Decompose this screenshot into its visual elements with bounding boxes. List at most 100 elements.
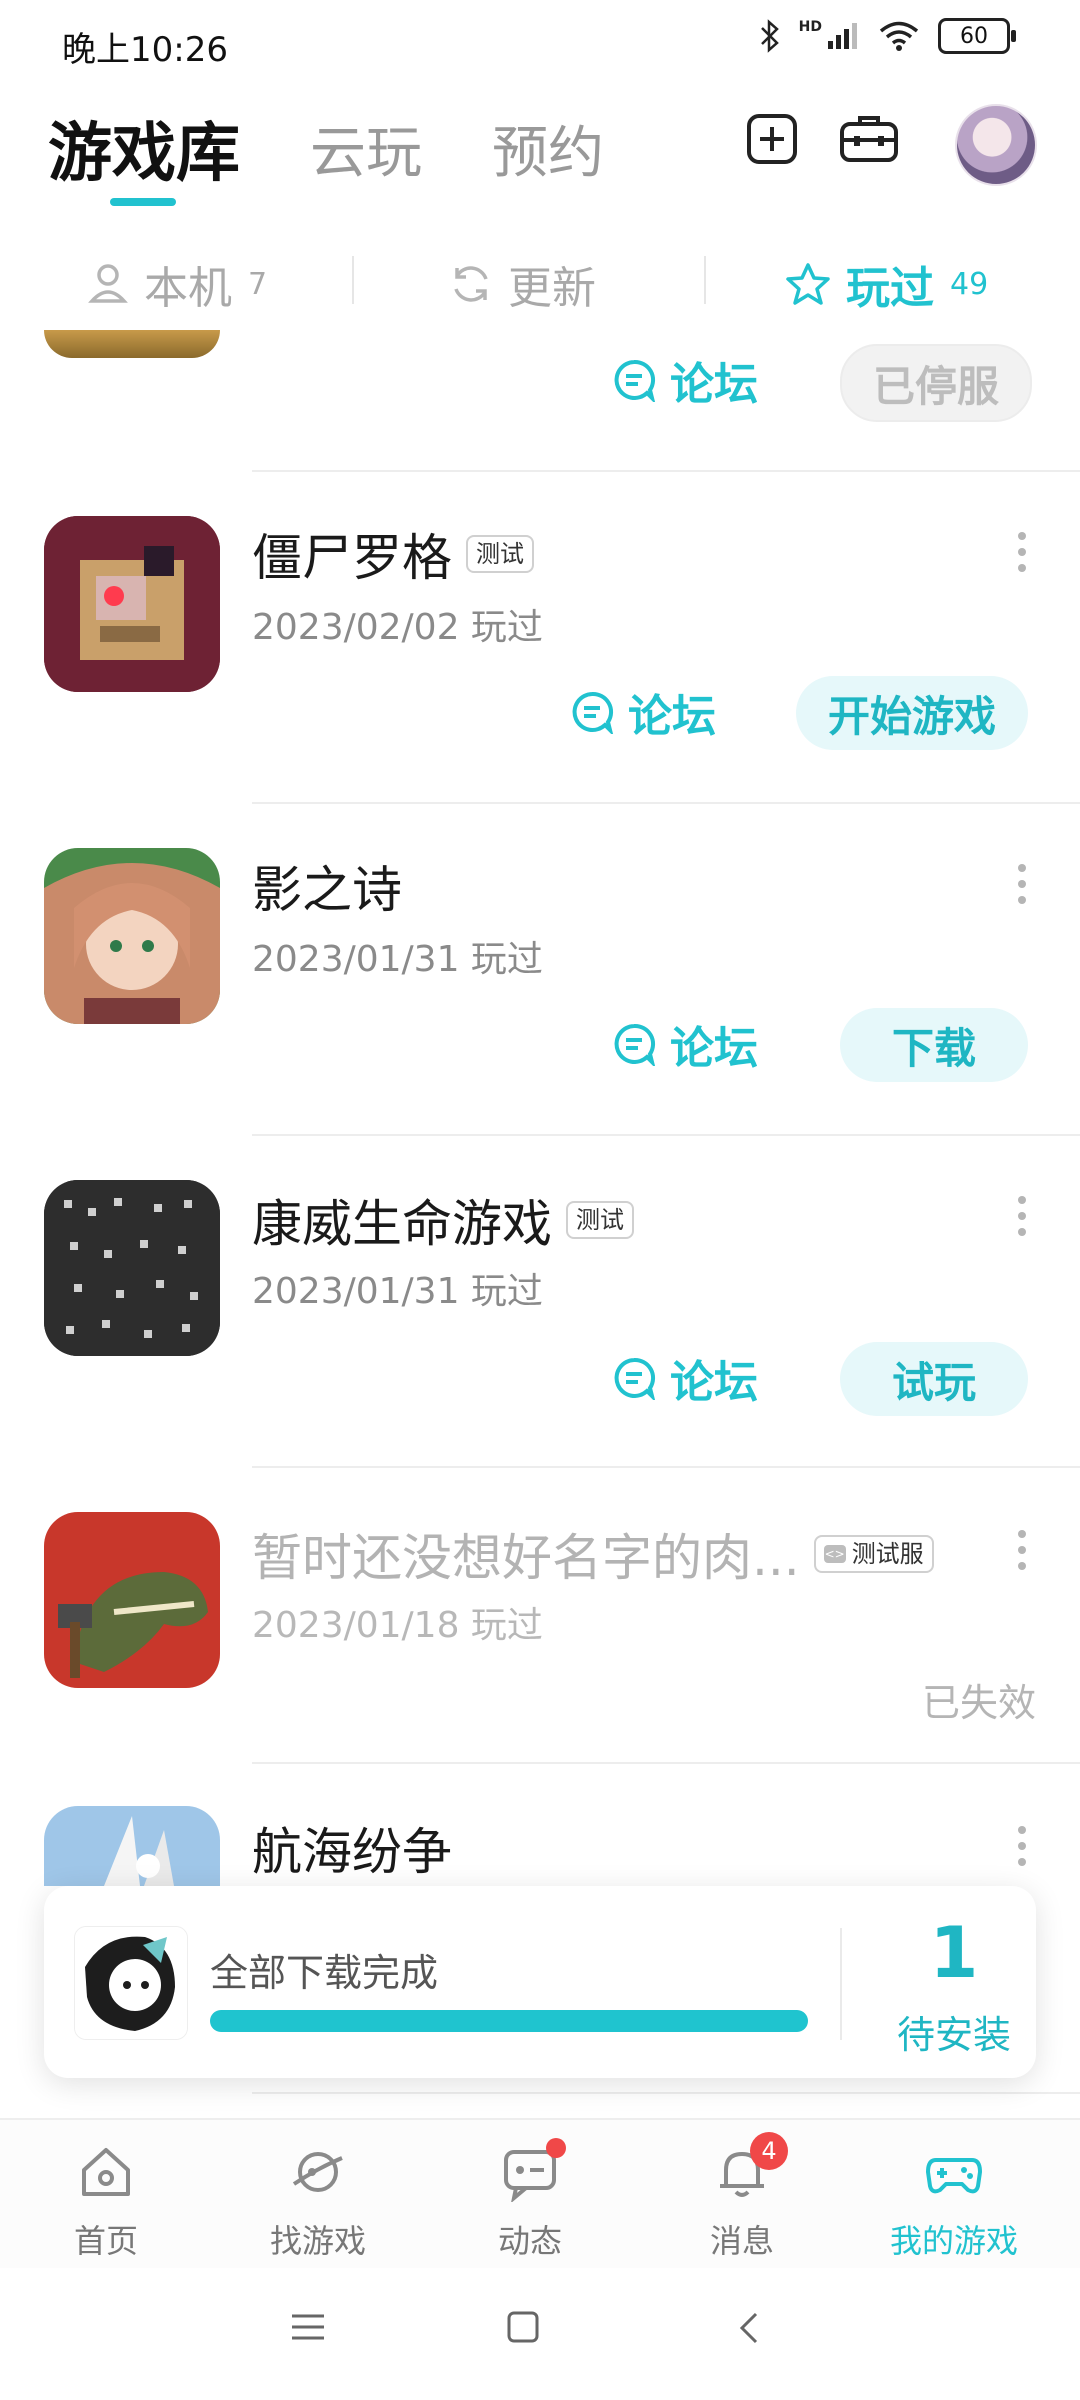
forum-link[interactable]: 论坛 <box>612 348 758 412</box>
nav-home[interactable]: 首页 <box>16 2142 196 2262</box>
played-date: 2023/01/31 玩过 <box>252 939 543 980</box>
status-time: 晚上10:26 <box>62 30 228 70</box>
forum-icon <box>614 1023 656 1066</box>
add-square-icon[interactable] <box>745 112 799 166</box>
download-complete-card[interactable]: 全部下载完成 1 待安装 <box>44 1886 1036 2078</box>
forum-icon <box>572 691 614 734</box>
game-title-text: 康威生命游戏 <box>252 1195 552 1253</box>
game-icon-shadowverse[interactable] <box>44 848 220 1024</box>
unread-dot <box>546 2138 566 2158</box>
bell-icon: 4 <box>712 2132 788 2202</box>
forum-link[interactable]: 论坛 <box>570 680 716 744</box>
tab-active-indicator <box>110 198 176 206</box>
battery-indicator: 60 <box>938 18 1016 54</box>
tab-reservation[interactable]: 预约 <box>492 108 604 189</box>
toolbox-icon[interactable] <box>838 112 900 166</box>
filter-local-count: 7 <box>248 266 268 302</box>
code-icon: <> <box>823 1545 846 1563</box>
filter-local[interactable]: 本机 7 <box>86 252 267 316</box>
nav-my-games[interactable]: 我的游戏 <box>864 2142 1044 2262</box>
more-options-icon[interactable] <box>1018 1530 1028 1570</box>
expired-status: 已失效 <box>921 1681 1036 1725</box>
tab-game-library[interactable]: 游戏库 <box>48 102 240 194</box>
test-server-badge-text: 测试服 <box>851 1540 924 1568</box>
forum-label: 论坛 <box>670 1357 758 1408</box>
test-badge: 测试 <box>466 535 534 573</box>
menu-icon[interactable] <box>290 2312 326 2342</box>
game-icon-meat-game[interactable] <box>44 1512 220 1688</box>
planet-icon <box>288 2142 348 2202</box>
game-icon-partial[interactable] <box>44 330 220 358</box>
signal-icon <box>828 23 857 49</box>
nav-feed[interactable]: 动态 <box>440 2138 620 2262</box>
filter-update-label: 更新 <box>508 263 596 314</box>
game-title-text: 僵尸罗格 <box>252 529 452 587</box>
filter-divider <box>352 256 354 304</box>
nav-feed-label: 动态 <box>497 2222 562 2260</box>
home-square-icon[interactable] <box>506 2310 540 2344</box>
forum-label: 论坛 <box>670 1023 758 1074</box>
user-device-icon <box>88 264 128 303</box>
test-server-badge: <> 测试服 <box>813 1535 934 1573</box>
forum-link[interactable]: 论坛 <box>612 1012 758 1076</box>
game-title[interactable]: 康威生命游戏 测试 <box>252 1184 634 1256</box>
forum-link[interactable]: 论坛 <box>612 1346 758 1410</box>
wifi-icon <box>879 21 919 51</box>
refresh-icon <box>454 266 488 302</box>
filter-local-label: 本机 <box>144 263 232 314</box>
more-options-icon[interactable] <box>1018 532 1028 572</box>
row-divider <box>252 1134 1080 1136</box>
bluetooth-icon <box>760 19 779 53</box>
forum-label: 论坛 <box>628 691 716 742</box>
pending-install-count[interactable]: 1 <box>874 1912 1034 1994</box>
nav-messages[interactable]: 4 消息 <box>652 2132 832 2262</box>
filter-played[interactable]: 玩过 49 <box>784 252 988 316</box>
test-badge: 测试 <box>566 1201 634 1239</box>
trial-play-button[interactable]: 试玩 <box>840 1342 1028 1416</box>
game-title[interactable]: 暂时还没想好名字的肉... <> 测试服 <box>252 1518 934 1590</box>
filter-played-count: 49 <box>950 266 989 302</box>
service-stopped-button: 已停服 <box>840 344 1032 422</box>
game-title[interactable]: 僵尸罗格 测试 <box>252 518 534 590</box>
system-navigation-bar <box>0 2268 1080 2400</box>
forum-icon <box>614 359 656 402</box>
nav-find-games[interactable]: 找游戏 <box>228 2142 408 2262</box>
chat-icon <box>500 2138 566 2204</box>
nav-messages-label: 消息 <box>709 2222 774 2260</box>
nav-my-games-label: 我的游戏 <box>889 2222 1018 2260</box>
nav-home-label: 首页 <box>73 2222 138 2260</box>
game-icon-sea-conflict[interactable] <box>44 1806 220 1886</box>
forum-label: 论坛 <box>670 359 758 410</box>
played-date: 2023/02/02 玩过 <box>252 607 543 648</box>
start-game-button[interactable]: 开始游戏 <box>796 676 1028 750</box>
back-icon[interactable] <box>736 2310 760 2346</box>
download-card-divider <box>840 1928 842 2040</box>
more-options-icon[interactable] <box>1018 1826 1028 1866</box>
pending-install-label[interactable]: 待安装 <box>874 2004 1034 2059</box>
row-divider <box>252 470 1080 472</box>
tab-cloud-play[interactable]: 云玩 <box>310 108 422 189</box>
game-title[interactable]: 影之诗 <box>252 850 402 922</box>
status-icons: HD 60 <box>759 18 1016 54</box>
download-progress-bar <box>210 2010 808 2032</box>
row-divider <box>252 1762 1080 1764</box>
download-button[interactable]: 下载 <box>840 1008 1028 1082</box>
game-title-text: 航海纷争 <box>252 1823 452 1881</box>
message-count-badge: 4 <box>750 2132 788 2170</box>
played-date: 2023/01/31 玩过 <box>252 1271 543 1312</box>
network-type: HD <box>798 19 822 35</box>
row-divider <box>252 802 1080 804</box>
game-icon-conway-life[interactable] <box>44 1180 220 1356</box>
game-title-text: 暂时还没想好名字的肉... <box>252 1529 800 1587</box>
played-date: 2023/01/18 玩过 <box>252 1605 543 1646</box>
battery-level: 60 <box>960 23 988 49</box>
more-options-icon[interactable] <box>1018 1196 1028 1236</box>
download-status-text: 全部下载完成 <box>210 1951 439 1995</box>
game-title[interactable]: 航海纷争 <box>252 1812 452 1884</box>
filter-played-label: 玩过 <box>846 263 934 314</box>
filter-update[interactable]: 更新 <box>448 252 596 316</box>
game-icon-zombie-rogue[interactable] <box>44 516 220 692</box>
more-options-icon[interactable] <box>1018 864 1028 904</box>
home-icon <box>76 2142 136 2202</box>
avatar[interactable] <box>955 104 1037 186</box>
